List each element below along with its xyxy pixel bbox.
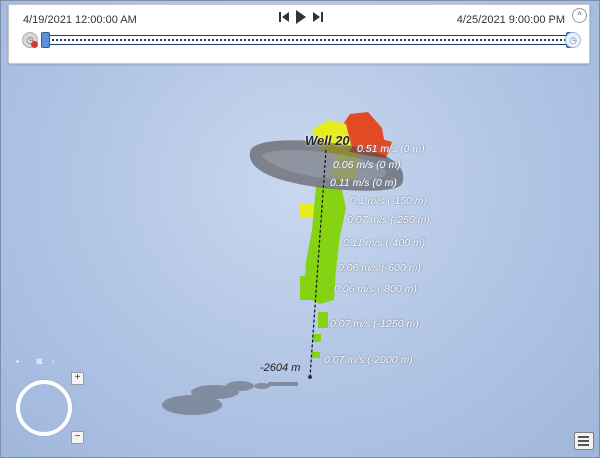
depth-label: -2604 m [260,362,301,374]
end-time-label: 4/25/2021 9:00:00 PM [456,14,565,26]
time-slider: 4/19/2021 12:00:00 AM 4/25/2021 9:00:00 … [8,4,590,64]
skip-previous-icon[interactable] [279,11,289,26]
velocity-label: 0.51 m/s (0 m) [357,143,425,155]
navigator[interactable]: ▪ ⊠ ▫ + − [14,357,84,444]
velocity-label: 0.06 m/s (0 m) [333,159,401,171]
velocity-label: 0.06 m/s (-800 m) [334,283,417,295]
zoom-in-button[interactable]: + [71,372,84,385]
velocity-label: 0.07 m/s (-1250 m) [330,318,419,330]
scene-graphics [162,112,404,415]
navigation-ring[interactable] [16,380,72,436]
time-track[interactable] [41,32,575,48]
time-ticks [44,39,572,41]
clock-icon[interactable]: ◷ [565,32,581,48]
zoom-out-button[interactable]: − [71,431,84,444]
start-thumb[interactable] [41,32,50,48]
clock-disabled-icon[interactable]: ◷ [22,32,38,48]
velocity-label: 0.11 m/s (0 m) [330,177,397,189]
rotate-mode-icon[interactable]: ▫ [52,357,55,366]
velocity-label: 0.06 m/s (-600 m) [338,262,421,274]
velocity-label: 0.11 m/s (-400 m) [343,237,426,249]
well-bottom-marker [308,375,312,379]
layer-list-icon[interactable] [574,432,594,450]
start-time-label: 4/19/2021 12:00:00 AM [23,14,137,26]
time-track-area: ◷ ◷ [19,29,581,51]
velocity-label: 0.07 m/s (-250 m) [347,214,430,226]
pan-mode-icon[interactable]: ▪ [16,357,19,366]
map-scene[interactable]: Well 20 -2604 m 0.51 m/s (0 m) 0.06 m/s … [0,0,600,458]
play-icon[interactable] [295,9,307,28]
zoom-mode-icon[interactable]: ⊠ [36,357,43,366]
well-label: Well 20 [305,133,350,148]
velocity-label: 0.1 m/s (-150 m) [350,195,428,207]
velocity-label: 0.07 m/s (-2000 m) [324,354,413,366]
skip-next-icon[interactable] [313,11,323,26]
ground-shadow [162,381,298,415]
chevron-up-icon[interactable]: ^ [572,8,587,23]
